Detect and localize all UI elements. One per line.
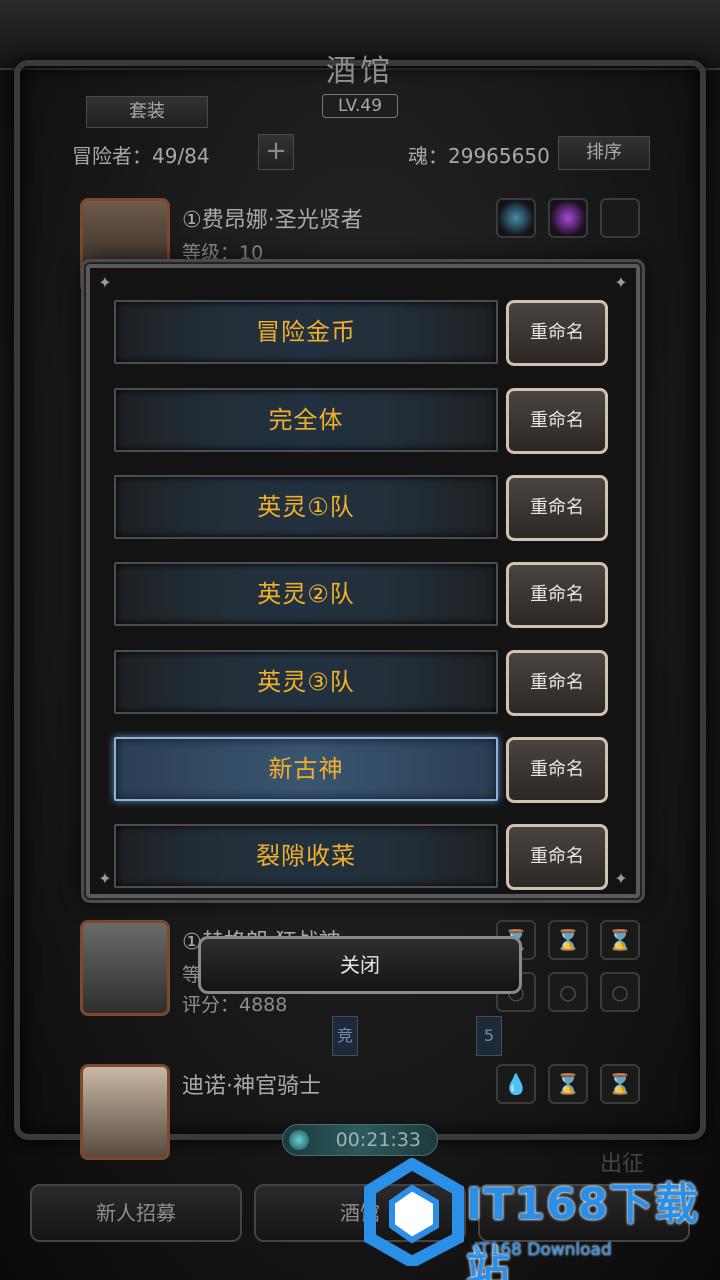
recruit-button[interactable]: 新人招募 [30,1184,242,1242]
corner-ornament-icon: ✦ [614,869,628,888]
level-badge: LV.49 [322,94,398,118]
rank-tag: 5 [476,1016,502,1056]
timer: 00:21:33 [282,1124,438,1156]
blue-gem-icon[interactable] [496,198,536,238]
dark-gem-icon[interactable] [600,198,640,238]
team-slot-2[interactable]: 完全体 [114,388,498,452]
rename-button-7[interactable]: 重命名 [506,824,608,890]
sort-button[interactable]: 排序 [558,136,650,170]
team-slot-7[interactable]: 裂隙收菜 [114,824,498,888]
drop-slot-icon[interactable]: 💧 [496,1064,536,1104]
team-slot-3[interactable]: 英灵①队 [114,475,498,539]
hero-level: 等级：10 [182,242,264,264]
rename-button-2[interactable]: 重命名 [506,388,608,454]
hero-name: 迪诺·神官骑士 [182,1074,321,1099]
watermark: IT168下载站 IT168 Download [356,1154,720,1280]
it168-logo-icon [364,1158,464,1266]
adventurer-count: 冒险者：49/84 [72,144,210,168]
empty-slot-icon[interactable]: ⌛ [600,1064,640,1104]
hero-score: 评分：4888 [182,994,288,1016]
ring-slot-icon[interactable]: ○ [600,972,640,1012]
hero-portrait [80,920,170,1016]
corner-ornament-icon: ✦ [98,869,112,888]
add-slot-button[interactable]: + [258,134,294,170]
empty-slot-icon[interactable]: ⌛ [548,920,588,960]
corner-ornament-icon: ✦ [614,273,628,292]
page-title: 酒馆 [326,54,394,89]
close-button[interactable]: 关闭 [198,936,522,994]
team-slot-1[interactable]: 冒险金币 [114,300,498,364]
empty-slot-icon[interactable]: ⌛ [548,1064,588,1104]
corner-ornament-icon: ✦ [98,273,112,292]
rename-button-5[interactable]: 重命名 [506,650,608,716]
rename-button-4[interactable]: 重命名 [506,562,608,628]
soul-counter: 魂：29965650 [408,144,550,168]
hero-portrait [80,1064,170,1160]
empty-slot-icon[interactable]: ⌛ [600,920,640,960]
purple-gem-icon[interactable] [548,198,588,238]
hero-name: ①费昂娜·圣光贤者 [182,208,363,233]
clock-icon [289,1130,309,1150]
timer-value: 00:21:33 [335,1129,421,1151]
watermark-text: IT168下载站 [466,1179,700,1280]
arena-tag: 竞 [332,1016,358,1056]
rename-button-3[interactable]: 重命名 [506,475,608,541]
watermark-subtext: IT168 Download [474,1240,612,1260]
team-slot-4[interactable]: 英灵②队 [114,562,498,626]
ring-slot-icon[interactable]: ○ [548,972,588,1012]
rename-button-1[interactable]: 重命名 [506,300,608,366]
team-slot-5[interactable]: 英灵③队 [114,650,498,714]
suit-button[interactable]: 套装 [86,96,208,128]
rename-button-6[interactable]: 重命名 [506,737,608,803]
team-slot-6-selected[interactable]: 新古神 [114,737,498,801]
